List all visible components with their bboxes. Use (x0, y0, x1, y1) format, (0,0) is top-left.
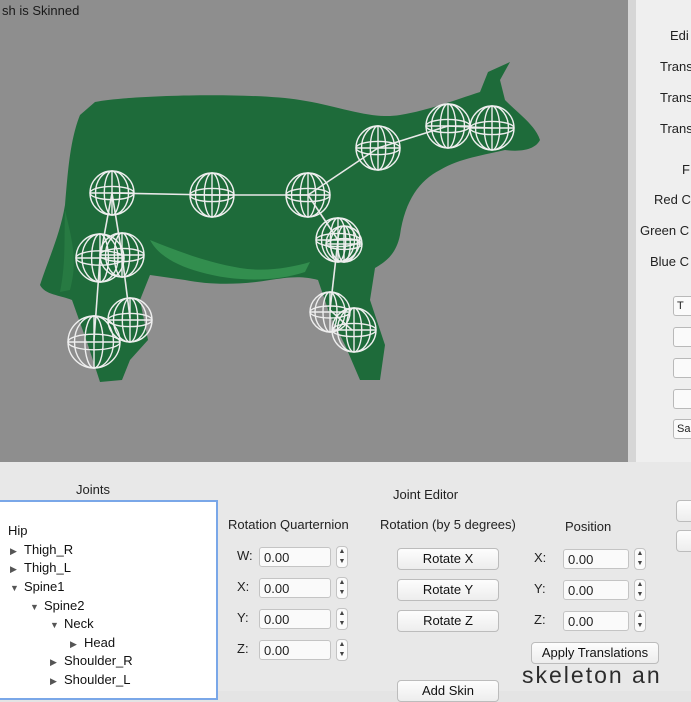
video-watermark-text: skeleton an (522, 662, 662, 688)
quaternion-x-stepper[interactable]: ▲ ▼ (336, 577, 348, 599)
position-y-stepper[interactable]: ▲ ▼ (634, 579, 646, 601)
panel-field[interactable]: T (673, 296, 691, 316)
tree-item-shoulder-l[interactable]: ▶ Shoulder_L (50, 672, 131, 687)
disclosure-down-icon[interactable]: ▼ (50, 620, 64, 630)
joint-gizmo[interactable] (425, 103, 471, 149)
tree-item-thigh-r[interactable]: ▶ Thigh_R (10, 542, 73, 557)
joint-gizmo[interactable] (189, 172, 235, 218)
field-label: F (682, 162, 690, 177)
disclosure-right-icon[interactable]: ▶ (50, 676, 64, 687)
disclosure-down-icon[interactable]: ▼ (30, 602, 44, 612)
tree-item-spine1[interactable]: ▼ Spine1 (10, 579, 64, 594)
tree-item-label: Neck (64, 616, 94, 631)
quaternion-y-stepper[interactable]: ▲ ▼ (336, 608, 348, 630)
rotation-step-header: Rotation (by 5 degrees) (380, 517, 516, 532)
position-x-field[interactable]: 0.00 (563, 549, 629, 569)
translate-label: Trans (660, 121, 691, 136)
joint-gizmo[interactable] (355, 125, 401, 171)
tree-item-label: Shoulder_L (64, 672, 131, 687)
x-label: X: (237, 579, 250, 594)
rotate-x-button[interactable]: Rotate X (397, 548, 499, 570)
position-z-stepper[interactable]: ▲ ▼ (634, 610, 646, 632)
joint-gizmo[interactable] (285, 172, 331, 218)
y-label: Y: (534, 581, 546, 596)
tree-item-label: Shoulder_R (64, 653, 133, 668)
joint-gizmo[interactable] (325, 225, 363, 263)
tree-item-label: Spine1 (24, 579, 65, 594)
tree-item-thigh-l[interactable]: ▶ Thigh_L (10, 560, 71, 575)
joint-editor-area: Joints Hip ▶ Thigh_R ▶ Thigh_L ▼ Spine1 ▼ Sp… (0, 462, 691, 702)
tree-item-label: Thigh_L (24, 560, 71, 575)
joint-gizmo[interactable] (89, 170, 135, 216)
quaternion-z-stepper[interactable]: ▲ ▼ (336, 639, 348, 661)
disclosure-right-icon[interactable]: ▶ (50, 657, 64, 668)
panel-field[interactable] (673, 327, 691, 347)
tree-item-label: Hip (8, 523, 28, 538)
w-label: W: (237, 548, 253, 563)
quaternion-w-stepper[interactable]: ▲ ▼ (336, 546, 348, 568)
add-skin-button[interactable]: Add Skin (397, 680, 499, 702)
tree-item-label: Spine2 (44, 598, 85, 613)
panel-divider (628, 0, 636, 462)
rotate-y-button[interactable]: Rotate Y (397, 579, 499, 601)
rotation-quaternion-header: Rotation Quarternion (228, 517, 349, 532)
tree-item-shoulder-r[interactable]: ▶ Shoulder_R (50, 653, 133, 668)
joint-tree[interactable]: Hip ▶ Thigh_R ▶ Thigh_L ▼ Spine1 ▼ Spine2 ▼ N… (0, 500, 218, 700)
edit-label: Edi (670, 28, 689, 43)
quaternion-x-field[interactable]: 0.00 (259, 578, 331, 598)
green-channel-label: Green C (640, 223, 690, 238)
disclosure-right-icon[interactable]: ▶ (70, 639, 84, 650)
panel-field[interactable] (673, 358, 691, 378)
quaternion-y-field[interactable]: 0.00 (259, 609, 331, 629)
joint-gizmo[interactable] (107, 297, 153, 343)
3d-viewport[interactable]: sh is Skinned (0, 0, 628, 462)
translate-label: Trans (660, 90, 691, 105)
position-y-field[interactable]: 0.00 (563, 580, 629, 600)
inspector-panel: Edi Trans Trans Trans F Red C Green C Bl… (628, 0, 691, 462)
skinned-cow-scene[interactable] (0, 0, 628, 462)
save-button[interactable]: Sa (673, 419, 691, 439)
tree-item-spine2[interactable]: ▼ Spine2 (30, 598, 84, 613)
tree-item-label: Head (84, 635, 116, 650)
position-z-field[interactable]: 0.00 (563, 611, 629, 631)
joint-gizmo[interactable] (67, 315, 121, 369)
panel-field[interactable] (673, 389, 691, 409)
panel-button[interactable] (676, 530, 691, 552)
joint-gizmo[interactable] (99, 232, 145, 278)
disclosure-down-icon[interactable]: ▼ (10, 583, 24, 593)
panel-button[interactable] (676, 500, 691, 522)
z-label: Z: (237, 641, 249, 656)
quaternion-z-field[interactable]: 0.00 (259, 640, 331, 660)
z-label: Z: (534, 612, 546, 627)
apply-translations-button[interactable]: Apply Translations (531, 642, 659, 664)
position-header: Position (565, 519, 612, 534)
tree-item-neck[interactable]: ▼ Neck (50, 616, 94, 631)
joint-gizmo[interactable] (469, 105, 515, 151)
tree-item-label: Thigh_R (24, 542, 74, 557)
tree-item-head[interactable]: ▶ Head (70, 635, 115, 650)
joint-gizmo[interactable] (331, 307, 377, 353)
blue-channel-label: Blue C (650, 254, 690, 269)
position-x-stepper[interactable]: ▲ ▼ (634, 548, 646, 570)
tree-item-hip[interactable]: Hip (8, 523, 28, 538)
y-label: Y: (237, 610, 249, 625)
disclosure-right-icon[interactable]: ▶ (10, 564, 24, 575)
cow-mesh (40, 62, 540, 382)
rotate-z-button[interactable]: Rotate Z (397, 610, 499, 632)
joint-editor-title: Joint Editor (393, 487, 459, 502)
disclosure-right-icon[interactable]: ▶ (10, 546, 24, 557)
red-channel-label: Red C (654, 192, 691, 207)
quaternion-w-field[interactable]: 0.00 (259, 547, 331, 567)
translate-label: Trans (660, 59, 691, 74)
joints-title: Joints (76, 482, 110, 497)
x-label: X: (534, 550, 547, 565)
